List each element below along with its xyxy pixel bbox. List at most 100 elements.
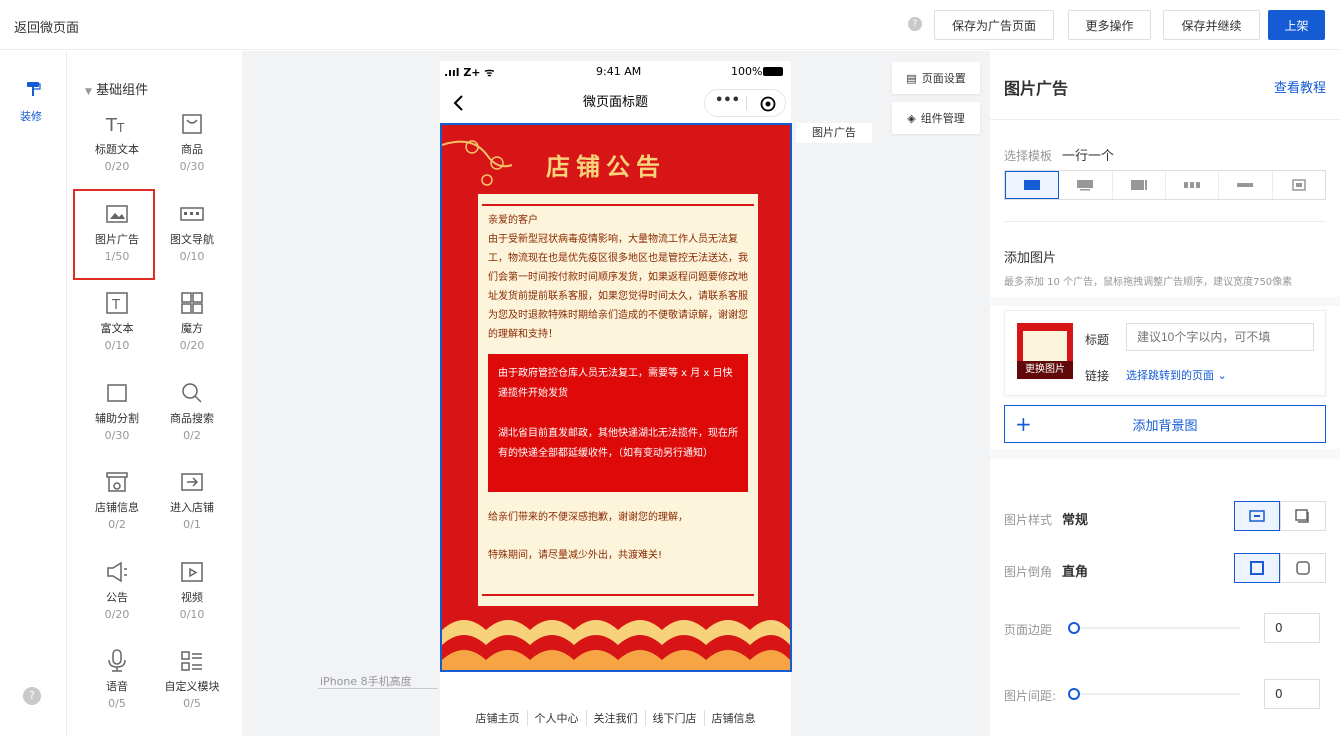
corner-row: 图片倒角 直角 [1004, 565, 1089, 580]
component-item[interactable]: 商品 0/30 [155, 103, 229, 185]
custom-module-icon [181, 651, 202, 671]
spacing-input[interactable]: 0 [1264, 679, 1320, 709]
component-item[interactable]: 语音 0/5 [80, 640, 154, 722]
component-item[interactable]: 图文导航 0/10 [155, 193, 229, 275]
component-item[interactable]: 魔方 0/20 [155, 282, 229, 364]
mini-capsule[interactable]: ••• [704, 89, 786, 117]
replace-image-button[interactable]: 更换图片 [1017, 361, 1073, 379]
image-thumbnail[interactable]: 更换图片 [1017, 323, 1073, 379]
image-style-toggle [1234, 501, 1326, 531]
component-item[interactable]: T T 标题文本 0/20 [80, 103, 154, 185]
style-shadow-button[interactable] [1280, 501, 1326, 531]
phone-status-bar: .ııl Z+ ᯤ 9:41 AM 100% [440, 61, 791, 83]
help-icon[interactable]: ? [908, 17, 922, 31]
paint-roller-icon[interactable] [25, 81, 41, 97]
nav-icon [1237, 183, 1254, 187]
goods-icon [182, 114, 202, 134]
component-name: 店铺信息 [95, 501, 139, 514]
component-item[interactable]: T 富文本 0/10 [80, 282, 154, 364]
margin-slider[interactable] [1068, 622, 1240, 634]
component-name: 语音 [106, 680, 128, 693]
component-group-title[interactable]: ▼ 基础组件 [85, 79, 148, 98]
title-text-icon: TT [105, 115, 125, 136]
rich-text-icon: T [106, 292, 128, 314]
hotspot-icon [1292, 179, 1306, 191]
square-corner-icon [1250, 561, 1264, 575]
more-actions-button[interactable]: 更多操作 [1068, 10, 1151, 40]
announcement-icon [107, 561, 127, 582]
add-background-button[interactable]: + 添加背景图 [1004, 405, 1326, 443]
template-nav[interactable] [1219, 171, 1273, 199]
template-one-per-row[interactable] [1005, 171, 1060, 199]
top-bar: 返回微页面 ? 保存为广告页面 更多操作 保存并继续 上架 [0, 0, 1340, 50]
title-input[interactable] [1126, 323, 1314, 351]
status-time: 9:41 AM [596, 65, 642, 78]
component-count: 0/20 [179, 339, 205, 352]
component-item[interactable]: 自定义模块 0/5 [155, 640, 229, 722]
voice-icon [108, 649, 126, 672]
component-name: 辅助分割 [95, 411, 139, 425]
component-mgmt-button[interactable]: ◈ 组件管理 [892, 102, 980, 134]
left-nav: 装修 ? [0, 51, 67, 736]
component-count: 0/20 [104, 160, 130, 173]
cube-icon [181, 292, 203, 314]
component-name: 图文导航 [170, 232, 214, 246]
footer-nav-item[interactable]: 店铺信息 [703, 710, 763, 726]
template-hotspot[interactable] [1273, 171, 1325, 199]
corner-square-button[interactable] [1234, 553, 1280, 583]
carousel-icon [1077, 180, 1094, 191]
component-item[interactable]: 店铺信息 0/2 [80, 461, 154, 543]
search-icon [182, 382, 202, 403]
back-to-pages-link[interactable]: 返回微页面 [14, 17, 79, 36]
save-continue-button[interactable]: 保存并继续 [1163, 10, 1260, 40]
margin-input[interactable]: 0 [1264, 613, 1320, 643]
component-count: 0/30 [179, 160, 205, 173]
template-small[interactable] [1166, 171, 1220, 199]
notice-greeting: 亲爱的客户 [488, 215, 538, 226]
corner-toggle [1234, 553, 1326, 583]
chevron-down-icon: ⌄ [1217, 369, 1227, 382]
footer-nav-item[interactable]: 店铺主页 [469, 710, 527, 726]
component-item[interactable]: 辅助分割 0/30 [80, 372, 154, 454]
publish-button[interactable]: 上架 [1268, 10, 1325, 40]
battery-icon [763, 67, 783, 76]
phone-footer-nav: 店铺主页 个人中心 关注我们 线下门店 店铺信息 [440, 700, 791, 736]
margin-label: 页面边距 [1004, 623, 1053, 637]
margin-slider-handle[interactable] [1068, 622, 1080, 634]
component-item[interactable]: 公告 0/20 [80, 551, 154, 633]
component-item[interactable]: 商品搜索 0/2 [155, 372, 229, 454]
layers-icon: ◈ [907, 111, 916, 125]
component-tag-label: 图片广告 [796, 123, 872, 143]
footer-nav-item[interactable]: 线下门店 [644, 710, 704, 726]
save-as-ad-page-button[interactable]: 保存为广告页面 [934, 10, 1054, 40]
notice-red-block: 由于政府管控仓库人员无法复工，需要等 x 月 x 日快递揽件开始发货 湖北省目前… [488, 354, 748, 492]
template-large[interactable] [1113, 171, 1166, 199]
style-normal-button[interactable] [1234, 501, 1280, 531]
link-select[interactable]: 选择跳转到的页面 ⌄ [1126, 367, 1227, 383]
corner-round-button[interactable] [1280, 553, 1326, 583]
image-ad-poster[interactable]: 店铺公告 亲爱的客户 由于受新型冠状病毒疫情影响，大量物流工作人员无法复工，物流… [440, 123, 792, 672]
component-name: 魔方 [181, 322, 203, 335]
back-chevron-icon[interactable] [452, 94, 464, 112]
component-item[interactable]: 进入店铺 0/1 [155, 461, 229, 543]
component-count: 0/5 [183, 697, 201, 710]
tutorial-link[interactable]: 查看教程 [1274, 77, 1326, 96]
page-settings-button[interactable]: ▤ 页面设置 [892, 62, 980, 94]
close-target-icon[interactable] [760, 96, 776, 112]
store-info-icon [106, 472, 128, 492]
spacing-slider-handle[interactable] [1068, 688, 1080, 700]
image-item-card: 更换图片 标题 链接 选择跳转到的页面 ⌄ [1004, 310, 1326, 396]
help-icon[interactable]: ? [23, 687, 41, 705]
component-name: 自定义模块 [164, 680, 220, 693]
component-name: 视频 [181, 590, 203, 604]
template-carousel[interactable] [1059, 171, 1113, 199]
decorate-nav-label[interactable]: 装修 [20, 108, 42, 124]
component-item[interactable]: 视频 0/10 [155, 551, 229, 633]
spacing-slider[interactable] [1068, 688, 1240, 700]
notice-para3: 特殊期间，请尽量减少外出，共渡难关! [488, 550, 663, 561]
more-dots-icon[interactable]: ••• [715, 93, 740, 108]
footer-nav-item[interactable]: 个人中心 [526, 710, 586, 726]
footer-nav-item[interactable]: 关注我们 [585, 710, 645, 726]
large-image-icon [1130, 180, 1147, 190]
component-count: 0/2 [183, 428, 201, 442]
